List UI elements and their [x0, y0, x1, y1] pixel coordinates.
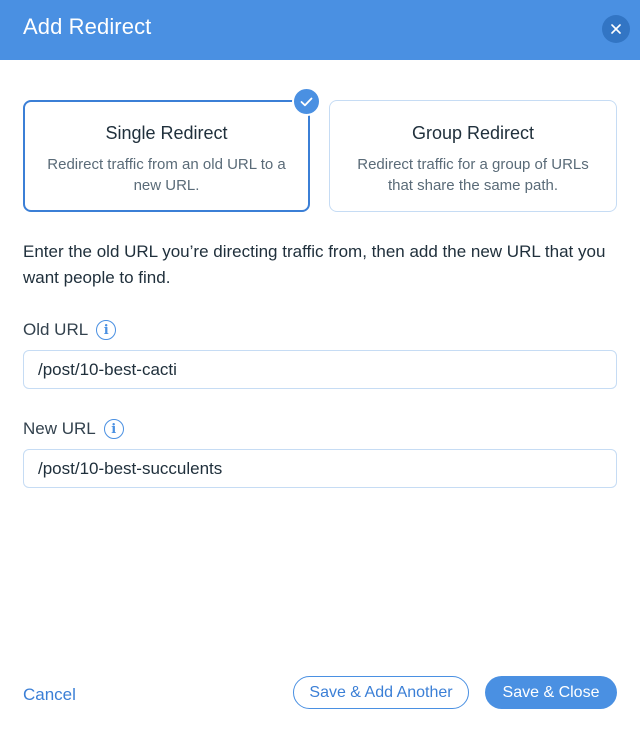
close-button[interactable]: [602, 15, 630, 43]
group-redirect-description: Redirect traffic for a group of URLs tha…: [357, 156, 589, 194]
single-redirect-title: Single Redirect: [105, 123, 228, 143]
dialog-header: Add Redirect: [0, 0, 640, 60]
save-add-another-button[interactable]: Save & Add Another: [293, 676, 469, 709]
info-icon[interactable]: i: [103, 419, 124, 439]
old-url-label-row: Old URL i: [23, 320, 117, 340]
group-redirect-option[interactable]: Group Redirect Redirect traffic for a gr…: [329, 100, 617, 212]
info-icon[interactable]: i: [96, 320, 117, 340]
old-url-input[interactable]: [23, 350, 617, 389]
single-redirect-description: Redirect traffic from an old URL to a ne…: [47, 156, 286, 194]
new-url-input[interactable]: [23, 449, 617, 488]
new-url-label: New URL: [23, 419, 96, 438]
old-url-label: Old URL: [23, 320, 89, 339]
save-close-button[interactable]: Save & Close: [485, 676, 617, 709]
selected-check-badge: [292, 87, 321, 116]
close-icon: [611, 24, 621, 34]
instructions-text: Enter the old URL you’re directing traff…: [23, 242, 606, 287]
checkmark-icon: [300, 97, 313, 106]
new-url-label-row: New URL i: [23, 419, 124, 439]
single-redirect-option[interactable]: Single Redirect Redirect traffic from an…: [23, 100, 310, 212]
cancel-link[interactable]: Cancel: [23, 685, 76, 705]
group-redirect-title: Group Redirect: [411, 123, 535, 143]
dialog-title: Add Redirect: [23, 14, 152, 39]
